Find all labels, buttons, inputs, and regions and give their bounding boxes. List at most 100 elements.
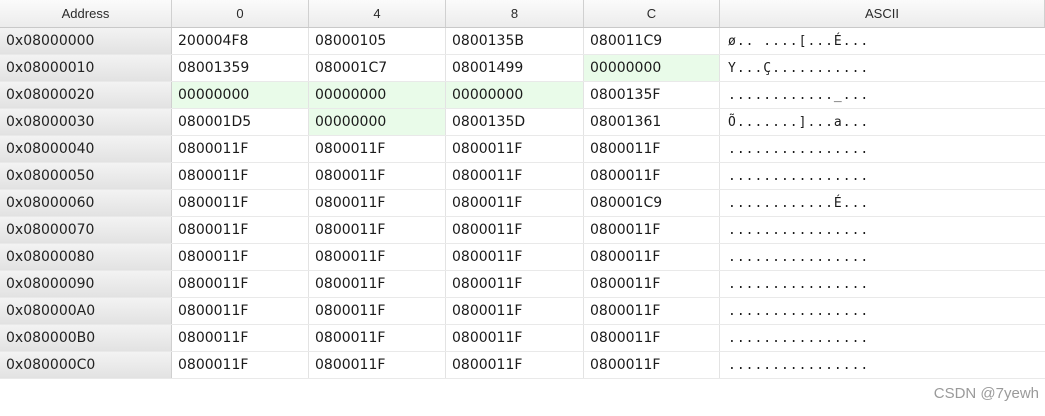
cell-offset-c[interactable]: 0800135F [584, 82, 720, 108]
cell-offset-c[interactable]: 080011C9 [584, 28, 720, 54]
cell-offset-0[interactable]: 0800011F [172, 271, 309, 297]
cell-offset-8[interactable]: 0800135B [446, 28, 584, 54]
cell-offset-4[interactable]: 00000000 [309, 109, 446, 135]
ascii-cell[interactable]: ø.. ....[...É... [720, 28, 1045, 54]
table-body: 0x08000000 200004F8 08000105 0800135B 080011… [0, 28, 1045, 379]
cell-offset-4[interactable]: 08000105 [309, 28, 446, 54]
cell-offset-c[interactable]: 0800011F [584, 217, 720, 243]
address-cell: 0x08000050 [0, 163, 172, 189]
cell-offset-4[interactable]: 0800011F [309, 352, 446, 378]
cell-offset-c[interactable]: 08001361 [584, 109, 720, 135]
cell-offset-c[interactable]: 0800011F [584, 325, 720, 351]
cell-offset-0[interactable]: 0800011F [172, 244, 309, 270]
ascii-cell[interactable]: ................ [720, 217, 1045, 243]
ascii-cell[interactable]: ................ [720, 298, 1045, 324]
watermark: CSDN @7yewh [933, 385, 1039, 402]
cell-offset-0[interactable]: 0800011F [172, 136, 309, 162]
cell-offset-8[interactable]: 0800011F [446, 325, 584, 351]
cell-offset-8[interactable]: 0800011F [446, 136, 584, 162]
column-header-0[interactable]: 0 [172, 0, 309, 27]
address-cell: 0x08000010 [0, 55, 172, 81]
cell-offset-0[interactable]: 08001359 [172, 55, 309, 81]
table-row[interactable]: 0x08000040 0800011F 0800011F 0800011F 080001… [0, 136, 1045, 163]
cell-offset-0[interactable]: 0800011F [172, 190, 309, 216]
cell-offset-c[interactable]: 080001C9 [584, 190, 720, 216]
cell-offset-8[interactable]: 0800011F [446, 217, 584, 243]
cell-offset-8[interactable]: 0800011F [446, 190, 584, 216]
cell-offset-c[interactable]: 0800011F [584, 271, 720, 297]
column-header-c[interactable]: C [584, 0, 720, 27]
cell-offset-c[interactable]: 0800011F [584, 352, 720, 378]
cell-offset-4[interactable]: 0800011F [309, 244, 446, 270]
cell-offset-4[interactable]: 0800011F [309, 325, 446, 351]
cell-offset-c[interactable]: 0800011F [584, 136, 720, 162]
table-row[interactable]: 0x08000020 00000000 00000000 00000000 080013… [0, 82, 1045, 109]
ascii-cell[interactable]: ................ [720, 352, 1045, 378]
cell-offset-c[interactable]: 0800011F [584, 298, 720, 324]
cell-offset-0[interactable]: 0800011F [172, 217, 309, 243]
cell-offset-0[interactable]: 00000000 [172, 82, 309, 108]
table-row[interactable]: 0x08000070 0800011F 0800011F 0800011F 080001… [0, 217, 1045, 244]
cell-offset-c[interactable]: 0800011F [584, 244, 720, 270]
cell-offset-0[interactable]: 0800011F [172, 325, 309, 351]
address-cell: 0x080000B0 [0, 325, 172, 351]
cell-offset-4[interactable]: 0800011F [309, 190, 446, 216]
address-cell: 0x08000080 [0, 244, 172, 270]
address-cell: 0x08000040 [0, 136, 172, 162]
ascii-cell[interactable]: Y...Ç........... [720, 55, 1045, 81]
column-header-4[interactable]: 4 [309, 0, 446, 27]
ascii-cell[interactable]: ................ [720, 271, 1045, 297]
cell-offset-4[interactable]: 0800011F [309, 271, 446, 297]
table-row[interactable]: 0x08000010 08001359 080001C7 08001499 000000… [0, 55, 1045, 82]
cell-offset-4[interactable]: 00000000 [309, 82, 446, 108]
ascii-cell[interactable]: ................ [720, 163, 1045, 189]
cell-offset-4[interactable]: 0800011F [309, 217, 446, 243]
cell-offset-c[interactable]: 0800011F [584, 163, 720, 189]
ascii-cell[interactable]: Õ.......]...a... [720, 109, 1045, 135]
table-row[interactable]: 0x080000C0 0800011F 0800011F 0800011F 080001… [0, 352, 1045, 379]
address-cell: 0x08000090 [0, 271, 172, 297]
column-header-ascii[interactable]: ASCII [720, 0, 1045, 27]
table-row[interactable]: 0x08000030 080001D5 00000000 0800135D 080013… [0, 109, 1045, 136]
ascii-cell[interactable]: ................ [720, 244, 1045, 270]
ascii-cell[interactable]: ............É... [720, 190, 1045, 216]
cell-offset-8[interactable]: 0800011F [446, 271, 584, 297]
cell-offset-0[interactable]: 0800011F [172, 352, 309, 378]
cell-offset-8[interactable]: 0800011F [446, 352, 584, 378]
cell-offset-4[interactable]: 080001C7 [309, 55, 446, 81]
cell-offset-8[interactable]: 0800011F [446, 244, 584, 270]
cell-offset-4[interactable]: 0800011F [309, 163, 446, 189]
address-cell: 0x08000000 [0, 28, 172, 54]
table-row[interactable]: 0x08000050 0800011F 0800011F 0800011F 080001… [0, 163, 1045, 190]
cell-offset-0[interactable]: 080001D5 [172, 109, 309, 135]
address-cell: 0x08000060 [0, 190, 172, 216]
cell-offset-8[interactable]: 00000000 [446, 82, 584, 108]
address-cell: 0x080000A0 [0, 298, 172, 324]
cell-offset-8[interactable]: 08001499 [446, 55, 584, 81]
column-header-address[interactable]: Address [0, 0, 172, 27]
cell-offset-0[interactable]: 0800011F [172, 298, 309, 324]
cell-offset-4[interactable]: 0800011F [309, 136, 446, 162]
ascii-cell[interactable]: ................ [720, 136, 1045, 162]
table-row[interactable]: 0x08000060 0800011F 0800011F 0800011F 080001… [0, 190, 1045, 217]
ascii-cell[interactable]: ................ [720, 325, 1045, 351]
table-header: Address 0 4 8 C ASCII [0, 0, 1045, 28]
table-row[interactable]: 0x080000B0 0800011F 0800011F 0800011F 080001… [0, 325, 1045, 352]
cell-offset-0[interactable]: 200004F8 [172, 28, 309, 54]
cell-offset-4[interactable]: 0800011F [309, 298, 446, 324]
table-row[interactable]: 0x08000000 200004F8 08000105 0800135B 080011… [0, 28, 1045, 55]
address-cell: 0x08000030 [0, 109, 172, 135]
address-cell: 0x080000C0 [0, 352, 172, 378]
memory-view-table: Address 0 4 8 C ASCII 0x08000000 200004F8… [0, 0, 1045, 379]
table-row[interactable]: 0x08000080 0800011F 0800011F 0800011F 080001… [0, 244, 1045, 271]
cell-offset-0[interactable]: 0800011F [172, 163, 309, 189]
table-row[interactable]: 0x080000A0 0800011F 0800011F 0800011F 080001… [0, 298, 1045, 325]
ascii-cell[interactable]: ............_... [720, 82, 1045, 108]
cell-offset-c[interactable]: 00000000 [584, 55, 720, 81]
table-row[interactable]: 0x08000090 0800011F 0800011F 0800011F 080001… [0, 271, 1045, 298]
column-header-8[interactable]: 8 [446, 0, 584, 27]
cell-offset-8[interactable]: 0800011F [446, 298, 584, 324]
cell-offset-8[interactable]: 0800135D [446, 109, 584, 135]
cell-offset-8[interactable]: 0800011F [446, 163, 584, 189]
address-cell: 0x08000070 [0, 217, 172, 243]
